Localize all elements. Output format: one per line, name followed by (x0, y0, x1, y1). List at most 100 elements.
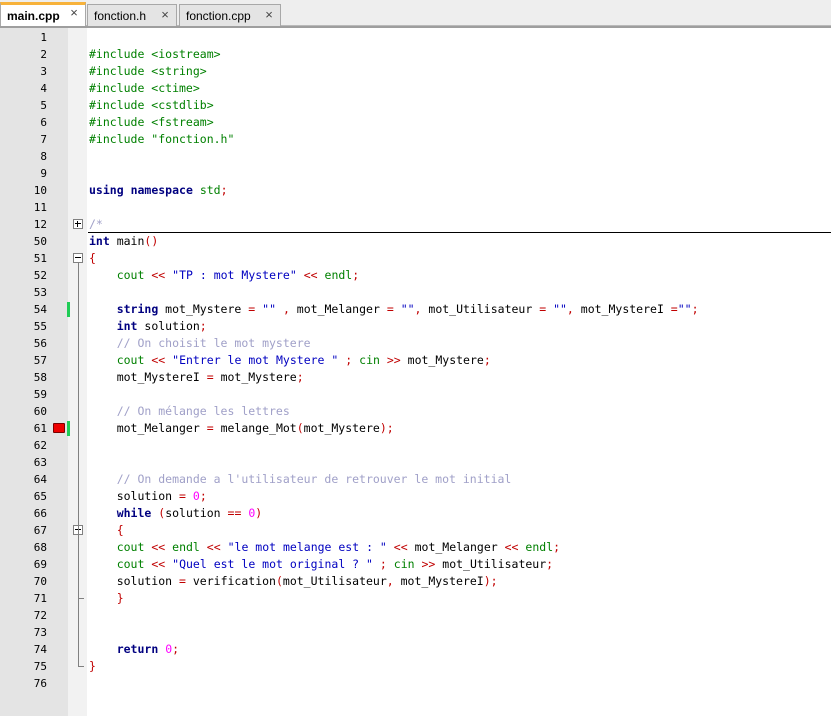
tab-main-cpp[interactable]: main.cpp × (0, 2, 86, 27)
code-line[interactable]: 58 mot_MystereI = mot_Mystere; (0, 369, 831, 386)
code-line[interactable]: 1 (0, 29, 831, 46)
code-text[interactable]: cout << "TP : mot Mystere" << endl; (89, 267, 359, 284)
code-line[interactable]: 65 solution = 0; (0, 488, 831, 505)
close-icon[interactable]: × (68, 6, 80, 19)
code-line[interactable]: 75} (0, 658, 831, 675)
tab-fonction-h[interactable]: fonction.h × (87, 4, 177, 26)
line-number: 61 (33, 422, 47, 435)
code-text[interactable]: using namespace std; (89, 182, 228, 199)
code-line[interactable]: 60 // On mélange les lettres (0, 403, 831, 420)
close-icon[interactable]: × (159, 8, 171, 21)
code-line[interactable]: 67 { (0, 522, 831, 539)
code-text[interactable]: string mot_Mystere = "" , mot_Melanger =… (89, 301, 699, 318)
line-number: 12 (33, 218, 47, 231)
code-text[interactable]: mot_Melanger = melange_Mot(mot_Mystere); (89, 420, 394, 437)
code-line[interactable]: 71 } (0, 590, 831, 607)
code-text[interactable]: } (89, 590, 124, 607)
code-line[interactable]: 51 { (0, 250, 831, 267)
code-text[interactable]: #include "fonction.h" (89, 131, 234, 148)
code-line[interactable]: 50 int main() (0, 233, 831, 250)
line-number: 73 (33, 626, 47, 639)
code-line[interactable]: 7 #include "fonction.h" (0, 131, 831, 148)
code-line[interactable]: 5 #include <cstdlib> (0, 97, 831, 114)
code-editor[interactable]: 1 2 #include <iostream> 3 #include <string> 4… (0, 28, 831, 716)
code-text[interactable]: cout << endl << "le mot melange est : " … (89, 539, 560, 556)
code-line[interactable]: 72 (0, 607, 831, 624)
fold-guide-end (78, 666, 84, 667)
line-number: 58 (33, 371, 47, 384)
code-text[interactable]: #include <fstream> (89, 114, 214, 131)
code-line[interactable]: 61 mot_Melanger = melange_Mot(mot_Myster… (0, 420, 831, 437)
line-number: 68 (33, 541, 47, 554)
code-text[interactable]: #include <string> (89, 63, 207, 80)
code-line[interactable]: 6 #include <fstream> (0, 114, 831, 131)
code-line[interactable]: 74 return 0; (0, 641, 831, 658)
code-text[interactable]: solution = 0; (89, 488, 207, 505)
code-text[interactable]: cout << "Entrer le mot Mystere " ; cin >… (89, 352, 491, 369)
code-line[interactable]: 9 (0, 165, 831, 182)
code-line[interactable]: 56 // On choisit le mot mystere (0, 335, 831, 352)
tab-label: main.cpp (7, 9, 60, 23)
line-number: 62 (33, 439, 47, 452)
tab-bar: main.cpp × fonction.h × fonction.cpp × (0, 0, 831, 27)
code-text[interactable]: { (89, 522, 124, 539)
code-text[interactable]: mot_MystereI = mot_Mystere; (89, 369, 304, 386)
code-line[interactable]: 69 cout << "Quel est le mot original ? "… (0, 556, 831, 573)
line-number: 67 (33, 524, 47, 537)
code-line[interactable]: 10 using namespace std; (0, 182, 831, 199)
code-text[interactable]: { (89, 250, 96, 267)
code-text[interactable]: #include <cstdlib> (89, 97, 214, 114)
line-number: 70 (33, 575, 47, 588)
code-text[interactable]: cout << "Quel est le mot original ? " ; … (89, 556, 553, 573)
code-line[interactable]: 12 /* (0, 216, 831, 233)
line-number: 51 (33, 252, 47, 265)
code-line[interactable]: 62 (0, 437, 831, 454)
code-text[interactable]: } (89, 658, 96, 675)
line-number: 63 (33, 456, 47, 469)
code-line[interactable]: 59 (0, 386, 831, 403)
code-line[interactable]: 53 (0, 284, 831, 301)
line-number: 7 (40, 133, 47, 146)
line-number: 3 (40, 65, 47, 78)
code-line[interactable]: 66 while (solution == 0) (0, 505, 831, 522)
line-number: 4 (40, 82, 47, 95)
code-text[interactable]: int solution; (89, 318, 207, 335)
close-icon[interactable]: × (263, 8, 275, 21)
code-line[interactable]: 57 cout << "Entrer le mot Mystere " ; ci… (0, 352, 831, 369)
code-line[interactable]: 11 (0, 199, 831, 216)
code-text[interactable]: int main() (89, 233, 158, 250)
bookmark-icon[interactable] (53, 423, 65, 433)
code-line[interactable]: 54 string mot_Mystere = "" , mot_Melange… (0, 301, 831, 318)
expand-fold-icon[interactable] (73, 219, 83, 229)
code-line[interactable]: 3 #include <string> (0, 63, 831, 80)
code-line[interactable]: 70 solution = verification(mot_Utilisate… (0, 573, 831, 590)
code-text[interactable]: /* (89, 216, 103, 233)
line-number: 57 (33, 354, 47, 367)
code-text[interactable]: solution = verification(mot_Utilisateur,… (89, 573, 498, 590)
code-text[interactable]: #include <ctime> (89, 80, 200, 97)
code-text[interactable]: // On choisit le mot mystere (89, 335, 311, 352)
code-text[interactable]: // On mélange les lettres (89, 403, 290, 420)
code-line[interactable]: 73 (0, 624, 831, 641)
code-line[interactable]: 64 // On demande a l'utilisateur de retr… (0, 471, 831, 488)
code-line[interactable]: 63 (0, 454, 831, 471)
code-text[interactable]: while (solution == 0) (89, 505, 263, 522)
code-text[interactable]: // On demande a l'utilisateur de retrouv… (89, 471, 512, 488)
code-line[interactable]: 68 cout << endl << "le mot melange est :… (0, 539, 831, 556)
code-line[interactable]: 8 (0, 148, 831, 165)
line-number: 71 (33, 592, 47, 605)
collapse-fold-icon[interactable] (73, 253, 83, 263)
line-number: 64 (33, 473, 47, 486)
code-line[interactable]: 55 int solution; (0, 318, 831, 335)
code-line[interactable]: 76 (0, 675, 831, 692)
code-line[interactable]: 2 #include <iostream> (0, 46, 831, 63)
tab-fonction-cpp[interactable]: fonction.cpp × (179, 4, 281, 26)
code-line[interactable]: 4 #include <ctime> (0, 80, 831, 97)
code-line[interactable]: 52 cout << "TP : mot Mystere" << endl; (0, 267, 831, 284)
code-text[interactable]: return 0; (89, 641, 179, 658)
line-number: 50 (33, 235, 47, 248)
changed-line-marker (67, 302, 70, 317)
code-text[interactable]: #include <iostream> (89, 46, 221, 63)
collapsed-fold-line (88, 232, 831, 233)
line-number: 6 (40, 116, 47, 129)
